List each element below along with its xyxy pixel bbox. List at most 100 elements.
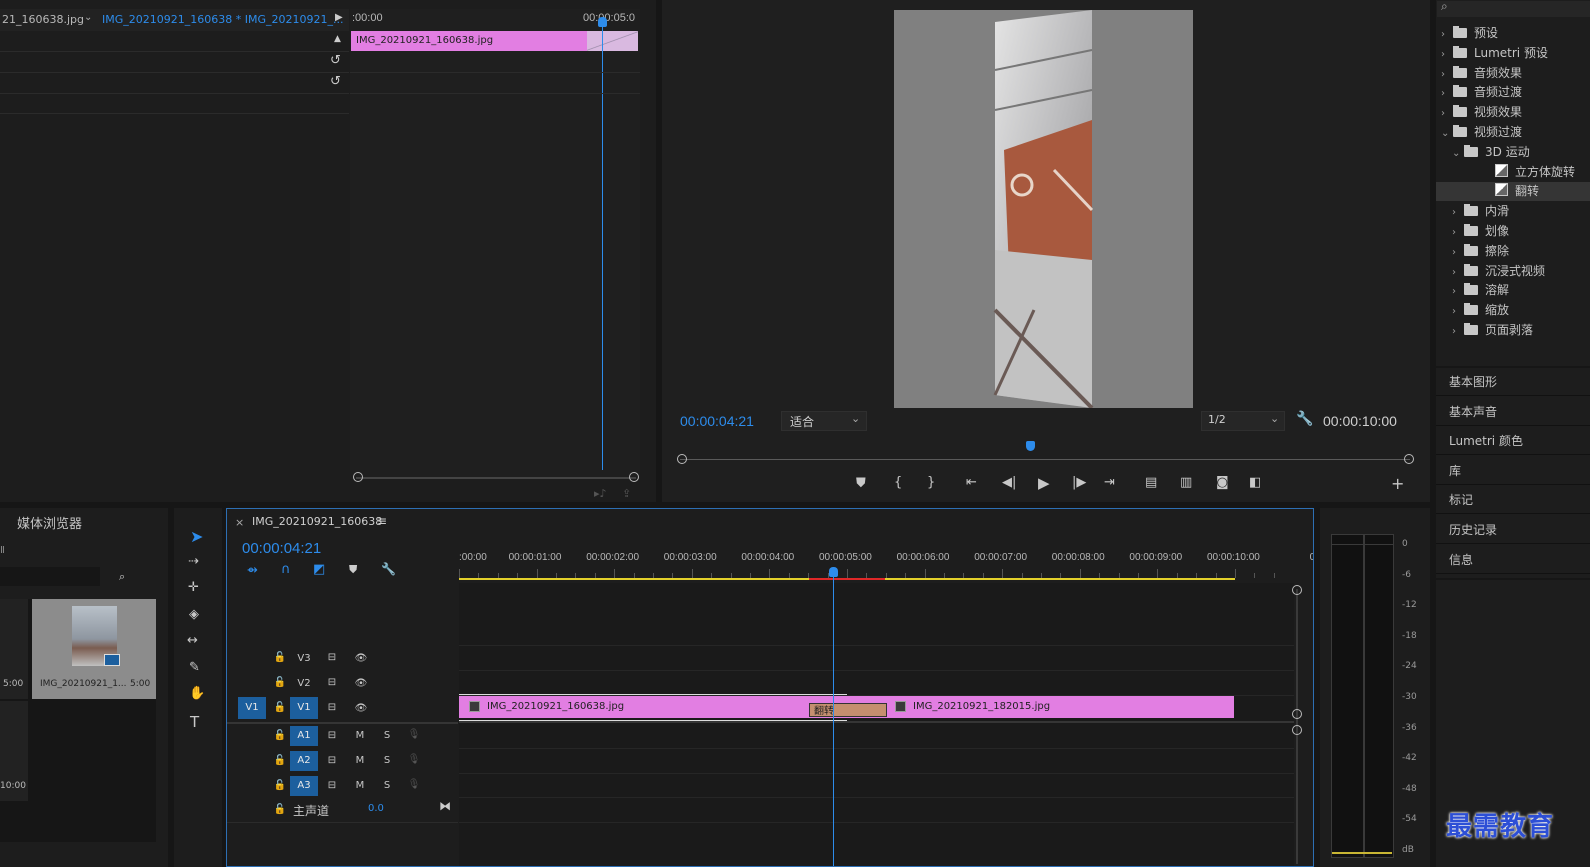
effects-tree-item[interactable]: › 划像: [1436, 222, 1590, 241]
track-a2-label[interactable]: A2: [290, 751, 318, 771]
effects-tree-item[interactable]: ⌄ 视频过渡: [1436, 123, 1590, 142]
effects-tree-item[interactable]: 翻转: [1436, 182, 1590, 202]
scroll-handle-right[interactable]: [629, 472, 639, 482]
effects-search-input[interactable]: ⌕: [1437, 0, 1590, 17]
go-to-edge-icon[interactable]: ⧓: [439, 799, 451, 813]
chevron-right-icon[interactable]: ›: [1441, 104, 1453, 123]
comparison-view-icon[interactable]: ◧: [1249, 475, 1261, 490]
step-back-icon[interactable]: ◀|: [1002, 475, 1016, 490]
project-item-left[interactable]: 5:00: [0, 599, 28, 699]
audio-only-icon[interactable]: ▸♪: [594, 487, 607, 500]
v-scroll-handle[interactable]: [1292, 585, 1302, 595]
camera-icon[interactable]: ◙: [1216, 475, 1229, 490]
effects-tree-item[interactable]: › 视频效果: [1436, 103, 1590, 122]
track-select-tool-icon[interactable]: ⇢: [188, 554, 199, 569]
track-a3-label[interactable]: A3: [290, 776, 318, 796]
sync-lock-icon[interactable]: ⊟: [325, 726, 339, 746]
chevron-right-icon[interactable]: ›: [1452, 243, 1464, 262]
selection-tool-icon[interactable]: ➤: [190, 527, 203, 546]
lock-icon[interactable]: 🔓: [273, 751, 287, 771]
effects-tree-item[interactable]: › 沉浸式视频: [1436, 262, 1590, 281]
effects-tree-item[interactable]: › Lumetri 预设: [1436, 44, 1590, 63]
sync-lock-icon[interactable]: ⊟: [325, 751, 339, 771]
effects-tree-item[interactable]: › 溶解: [1436, 281, 1590, 300]
timeline-playhead[interactable]: [833, 569, 834, 866]
lock-icon[interactable]: 🔓: [273, 648, 287, 668]
chevron-right-icon[interactable]: ›: [1452, 282, 1464, 301]
v-scroll-handle[interactable]: [1292, 725, 1302, 735]
solo-button[interactable]: S: [381, 776, 393, 796]
project-item-selected[interactable]: IMG_20210921_1... 5:00: [32, 599, 156, 699]
side-panel-item[interactable]: Lumetri 颜色: [1436, 427, 1590, 456]
pen-tool-icon[interactable]: ✎: [189, 660, 200, 675]
program-playhead[interactable]: [1026, 441, 1035, 451]
play-icon[interactable]: ▶: [1038, 474, 1050, 492]
effects-tree-item[interactable]: › 内滑: [1436, 202, 1590, 221]
lock-icon[interactable]: 🔓: [273, 726, 287, 746]
side-panel-item[interactable]: 标记: [1436, 486, 1590, 515]
source-tab-sequence[interactable]: IMG_20210921_160638 * IMG_20210921_...: [102, 13, 343, 26]
transition-block[interactable]: 翻转: [809, 703, 887, 717]
solo-button[interactable]: S: [381, 751, 393, 771]
mini-scrollbar[interactable]: [356, 477, 636, 479]
program-scrub-ruler[interactable]: [677, 440, 1414, 464]
program-current-time[interactable]: 00:00:04:21: [680, 413, 754, 429]
go-to-in-icon[interactable]: ⇤: [966, 475, 977, 490]
lock-icon[interactable]: 🔓: [273, 800, 287, 820]
step-forward-icon[interactable]: |▶: [1072, 475, 1086, 490]
hand-tool-icon[interactable]: ✋: [189, 686, 205, 701]
timeline-playhead-handle[interactable]: [829, 567, 838, 577]
chevron-right-icon[interactable]: ›: [1441, 84, 1453, 103]
resolution-dropdown[interactable]: 1/2 ⌄: [1201, 411, 1285, 431]
play-arrow-icon[interactable]: ▶: [335, 12, 343, 23]
side-panel-item[interactable]: 库: [1436, 457, 1590, 485]
mute-button[interactable]: M: [354, 726, 366, 746]
effects-tree-item[interactable]: › 音频过渡: [1436, 83, 1590, 102]
microphone-icon[interactable]: 🎙: [407, 750, 421, 770]
eye-icon[interactable]: 👁: [353, 674, 369, 694]
collapse-up-icon[interactable]: ▲: [334, 34, 341, 44]
wrench-icon[interactable]: 🔧: [1296, 411, 1313, 427]
side-panel-item[interactable]: 历史记录: [1436, 516, 1590, 544]
mini-transition[interactable]: [587, 31, 638, 51]
add-button-icon[interactable]: +: [1391, 474, 1404, 493]
chevron-down-icon[interactable]: ⌄: [1452, 144, 1464, 163]
snap-icon[interactable]: ⇴: [247, 563, 258, 578]
mark-in-icon[interactable]: {: [894, 475, 902, 490]
microphone-icon[interactable]: 🎙: [407, 725, 421, 745]
chevron-right-icon[interactable]: ›: [1452, 263, 1464, 282]
close-icon[interactable]: ×: [235, 516, 244, 529]
sequence-tab[interactable]: IMG_20210921_160638: [252, 515, 382, 528]
chevron-right-icon[interactable]: ›: [1452, 203, 1464, 222]
extract-icon[interactable]: ▥: [1180, 475, 1192, 490]
sync-lock-icon[interactable]: ⊟: [325, 648, 339, 668]
mute-button[interactable]: M: [354, 776, 366, 796]
timeline-ruler[interactable]: :00:00 00:00:01:00 00:00:02:00 00:00:03:00 0…: [459, 547, 1313, 581]
chevron-down-icon[interactable]: ⌄: [84, 12, 92, 23]
side-panel-item[interactable]: 信息: [1436, 546, 1590, 574]
mute-button[interactable]: M: [354, 751, 366, 771]
sync-lock-icon[interactable]: ⊟: [325, 673, 339, 693]
mini-playhead-handle[interactable]: [598, 17, 607, 27]
media-browser-tab[interactable]: 媒体浏览器: [17, 513, 82, 532]
lock-icon[interactable]: 🔓: [273, 776, 287, 796]
source-patch-v1[interactable]: V1: [238, 697, 266, 719]
chevron-right-icon[interactable]: ›: [1452, 302, 1464, 321]
eye-icon[interactable]: 👁: [353, 699, 369, 719]
timeline-current-time[interactable]: 00:00:04:21: [242, 540, 321, 557]
add-marker-icon[interactable]: ⛊: [349, 563, 357, 577]
master-volume-value[interactable]: 0.0: [368, 803, 384, 814]
chevron-right-icon[interactable]: ›: [1441, 65, 1453, 84]
solo-button[interactable]: S: [381, 726, 393, 746]
scroll-handle-left[interactable]: [353, 472, 363, 482]
effects-tree-item[interactable]: › 擦除: [1436, 242, 1590, 261]
go-to-out-icon[interactable]: ⇥: [1104, 475, 1115, 490]
effects-tree-item[interactable]: › 缩放: [1436, 301, 1590, 320]
v-scroll-handle[interactable]: [1292, 709, 1302, 719]
fit-dropdown[interactable]: 适合 ⌄: [781, 411, 867, 431]
track-v2-label[interactable]: V2: [290, 674, 318, 694]
sync-lock-icon[interactable]: ⊟: [325, 776, 339, 796]
lock-icon[interactable]: 🔓: [273, 673, 287, 693]
project-search-input[interactable]: [0, 567, 100, 586]
effects-tree-item[interactable]: › 页面剥落: [1436, 321, 1590, 340]
